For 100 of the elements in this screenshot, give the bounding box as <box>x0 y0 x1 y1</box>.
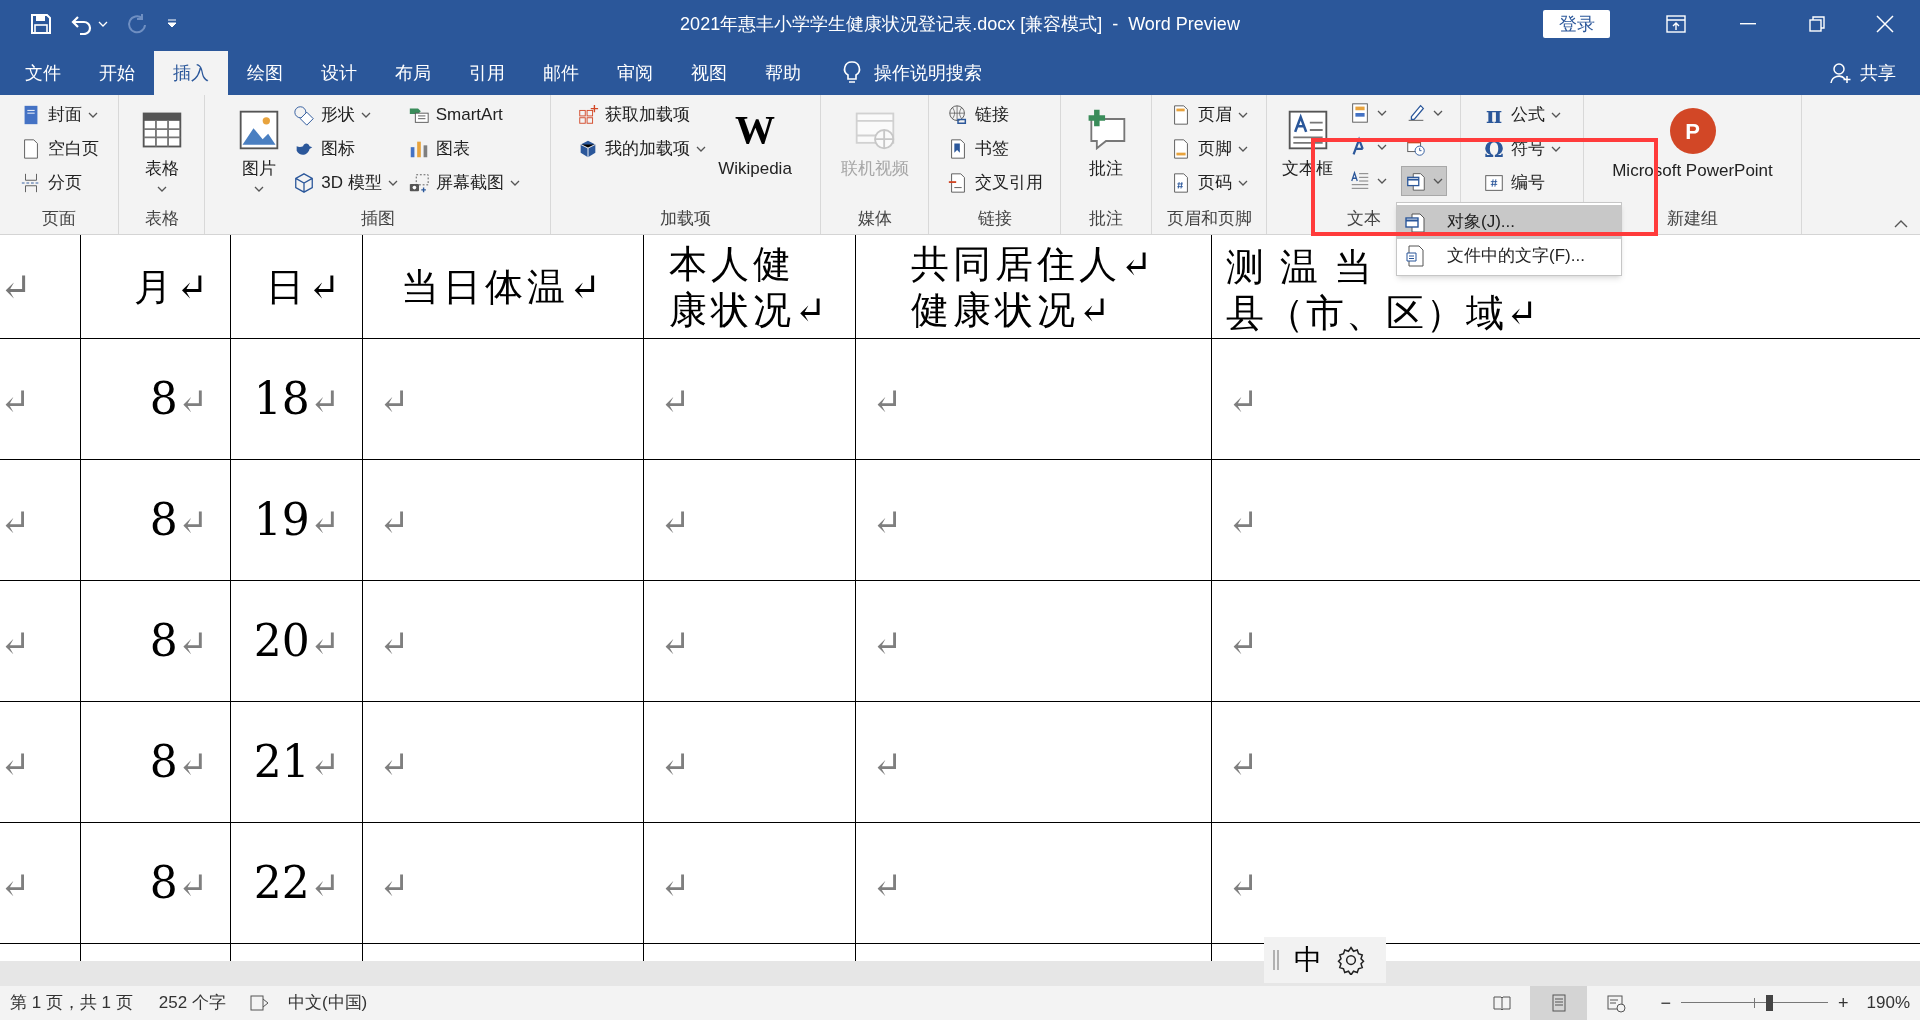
ribbon-button[interactable]: 形状 <box>293 98 398 132</box>
share-button[interactable]: 共享 <box>1830 51 1896 95</box>
ribbon-display-icon <box>1666 15 1686 33</box>
tell-me-search[interactable]: 操作说明搜索 <box>842 51 982 95</box>
caret-icon[interactable] <box>1377 110 1387 116</box>
caret-icon[interactable] <box>509 180 520 186</box>
globe-link-icon <box>946 104 969 126</box>
ribbon-button[interactable]: 屏幕截图 <box>407 166 520 200</box>
ribbon-button[interactable]: 批注 <box>1082 98 1130 202</box>
settings-icon[interactable] <box>1336 945 1366 975</box>
read-mode-icon <box>1492 993 1512 1013</box>
person-add-icon <box>1830 62 1852 84</box>
ribbon-button[interactable]: 页脚 <box>1170 132 1248 166</box>
ribbon-button[interactable]: 页眉 <box>1170 98 1248 132</box>
caret-icon[interactable] <box>387 180 398 186</box>
ribbon-button[interactable]: W Wikipedia <box>716 98 794 202</box>
collapse-ribbon-button[interactable] <box>1894 220 1908 228</box>
ribbon-icon-button[interactable] <box>1401 166 1447 196</box>
ribbon-button[interactable]: 封面 <box>19 98 99 132</box>
caret-icon[interactable] <box>1433 110 1443 116</box>
ribbon-button[interactable]: 交叉引用 <box>946 166 1043 200</box>
group-label: 链接 <box>977 208 1012 230</box>
group-label: 页面 <box>42 208 76 230</box>
close-icon <box>1876 15 1894 33</box>
ribbon-button[interactable]: 分页 <box>19 166 99 200</box>
ribbon-button[interactable]: SmartArt <box>407 98 520 132</box>
symbol-icon: Ω <box>1483 138 1505 160</box>
caret-icon[interactable] <box>87 112 98 118</box>
numbering-icon <box>1483 172 1505 194</box>
ribbon-button[interactable]: 页码 <box>1170 166 1248 200</box>
caret-icon[interactable] <box>254 185 265 192</box>
customize-icon[interactable] <box>166 19 178 29</box>
table-cell-text: ↵ <box>379 743 410 787</box>
header-cell-text: 月↵ <box>134 263 212 310</box>
table-cell-text: 8↵ <box>149 614 208 668</box>
menu-item[interactable]: 文件中的文字(F)... <box>1397 239 1621 273</box>
caret-icon[interactable] <box>696 146 707 152</box>
table-cell-text: ↵ <box>660 622 691 666</box>
drag-handle-icon[interactable] <box>1272 949 1280 971</box>
zoom-in-button[interactable]: + <box>1838 989 1849 1017</box>
ribbon-tab[interactable]: 布局 <box>376 51 450 95</box>
caret-icon[interactable] <box>1377 144 1387 150</box>
minimize-icon <box>1740 23 1756 25</box>
cube-icon <box>293 172 316 194</box>
group-label: 文本 <box>1346 208 1381 230</box>
caret-icon[interactable] <box>1551 146 1561 152</box>
group-label: 表格 <box>144 208 179 230</box>
zoom-slider[interactable] <box>1681 993 1828 1013</box>
header-cell-text: 健康状况↵ <box>910 286 1115 333</box>
header-cell-text: 康状况↵ <box>668 286 831 333</box>
ribbon-tab[interactable]: 帮助 <box>746 51 820 95</box>
ribbon-tab[interactable]: 视图 <box>672 51 746 95</box>
ribbon-tab[interactable]: 引用 <box>450 51 524 95</box>
table-cell-text: ↵ <box>0 501 31 545</box>
ribbon-button[interactable]: 图片 <box>235 98 284 202</box>
table-cell-text: ↵ <box>660 380 691 424</box>
ribbon-button[interactable]: 空白页 <box>19 132 99 166</box>
caret-icon[interactable] <box>1377 178 1387 184</box>
shapes-icon <box>293 104 316 126</box>
ribbon-tab[interactable]: 开始 <box>80 51 154 95</box>
slider-thumb[interactable] <box>1766 995 1774 1011</box>
caret-icon[interactable] <box>156 185 167 192</box>
caret-icon[interactable] <box>1238 146 1248 152</box>
table-cell-text: ↵ <box>660 864 691 908</box>
undo-icon[interactable] <box>70 13 94 35</box>
word-count: 252 个字 <box>158 992 226 1015</box>
ribbon-button[interactable]: 链接 <box>946 98 1043 132</box>
symbol-icon: π <box>1483 104 1505 126</box>
ribbon-tab[interactable]: 设计 <box>302 51 376 95</box>
ribbon-tab[interactable]: 插入 <box>154 51 228 95</box>
login-button[interactable]: 登录 <box>1543 10 1610 38</box>
ribbon-button[interactable]: 我的加载项 <box>577 132 707 166</box>
proofing-icon[interactable] <box>249 994 270 1012</box>
caret-icon[interactable] <box>1238 112 1248 118</box>
ribbon-tab[interactable]: 审阅 <box>598 51 672 95</box>
lightbulb-icon <box>842 60 862 86</box>
table-cell-text: ↵ <box>872 743 903 787</box>
ribbon-button[interactable]: 图标 <box>293 132 398 166</box>
table-cell-text: 8↵ <box>149 856 208 910</box>
ribbon-tab[interactable]: 邮件 <box>524 51 598 95</box>
ribbon-button[interactable]: 编号 <box>1483 166 1561 200</box>
save-icon[interactable] <box>30 13 52 35</box>
caret-icon[interactable] <box>361 112 372 118</box>
caret-icon[interactable] <box>1238 180 1248 186</box>
ribbon-tab[interactable]: 绘图 <box>228 51 302 95</box>
ribbon-button[interactable]: 3D 模型 <box>293 166 398 200</box>
ribbon-button[interactable]: 表格 <box>137 98 186 202</box>
ribbon-button[interactable]: 书签 <box>946 132 1043 166</box>
ribbon-button[interactable]: π 公式 <box>1483 98 1561 132</box>
caret-icon <box>1894 220 1908 228</box>
ribbon-button[interactable]: 图表 <box>407 132 520 166</box>
zoom-out-button[interactable]: − <box>1660 989 1671 1017</box>
ribbon-button[interactable]: 获取加载项 <box>577 98 707 132</box>
header-cell-text: 测 温 当 <box>1226 244 1375 290</box>
table-cell-text: 8↵ <box>149 493 208 547</box>
caret-icon[interactable] <box>1433 178 1443 184</box>
caret-icon[interactable] <box>1551 112 1561 118</box>
ribbon-tab[interactable]: 文件 <box>6 51 80 95</box>
input-mode-button[interactable]: 中 <box>1294 939 1322 981</box>
page-count: 第 1 页，共 1 页 <box>10 992 133 1015</box>
